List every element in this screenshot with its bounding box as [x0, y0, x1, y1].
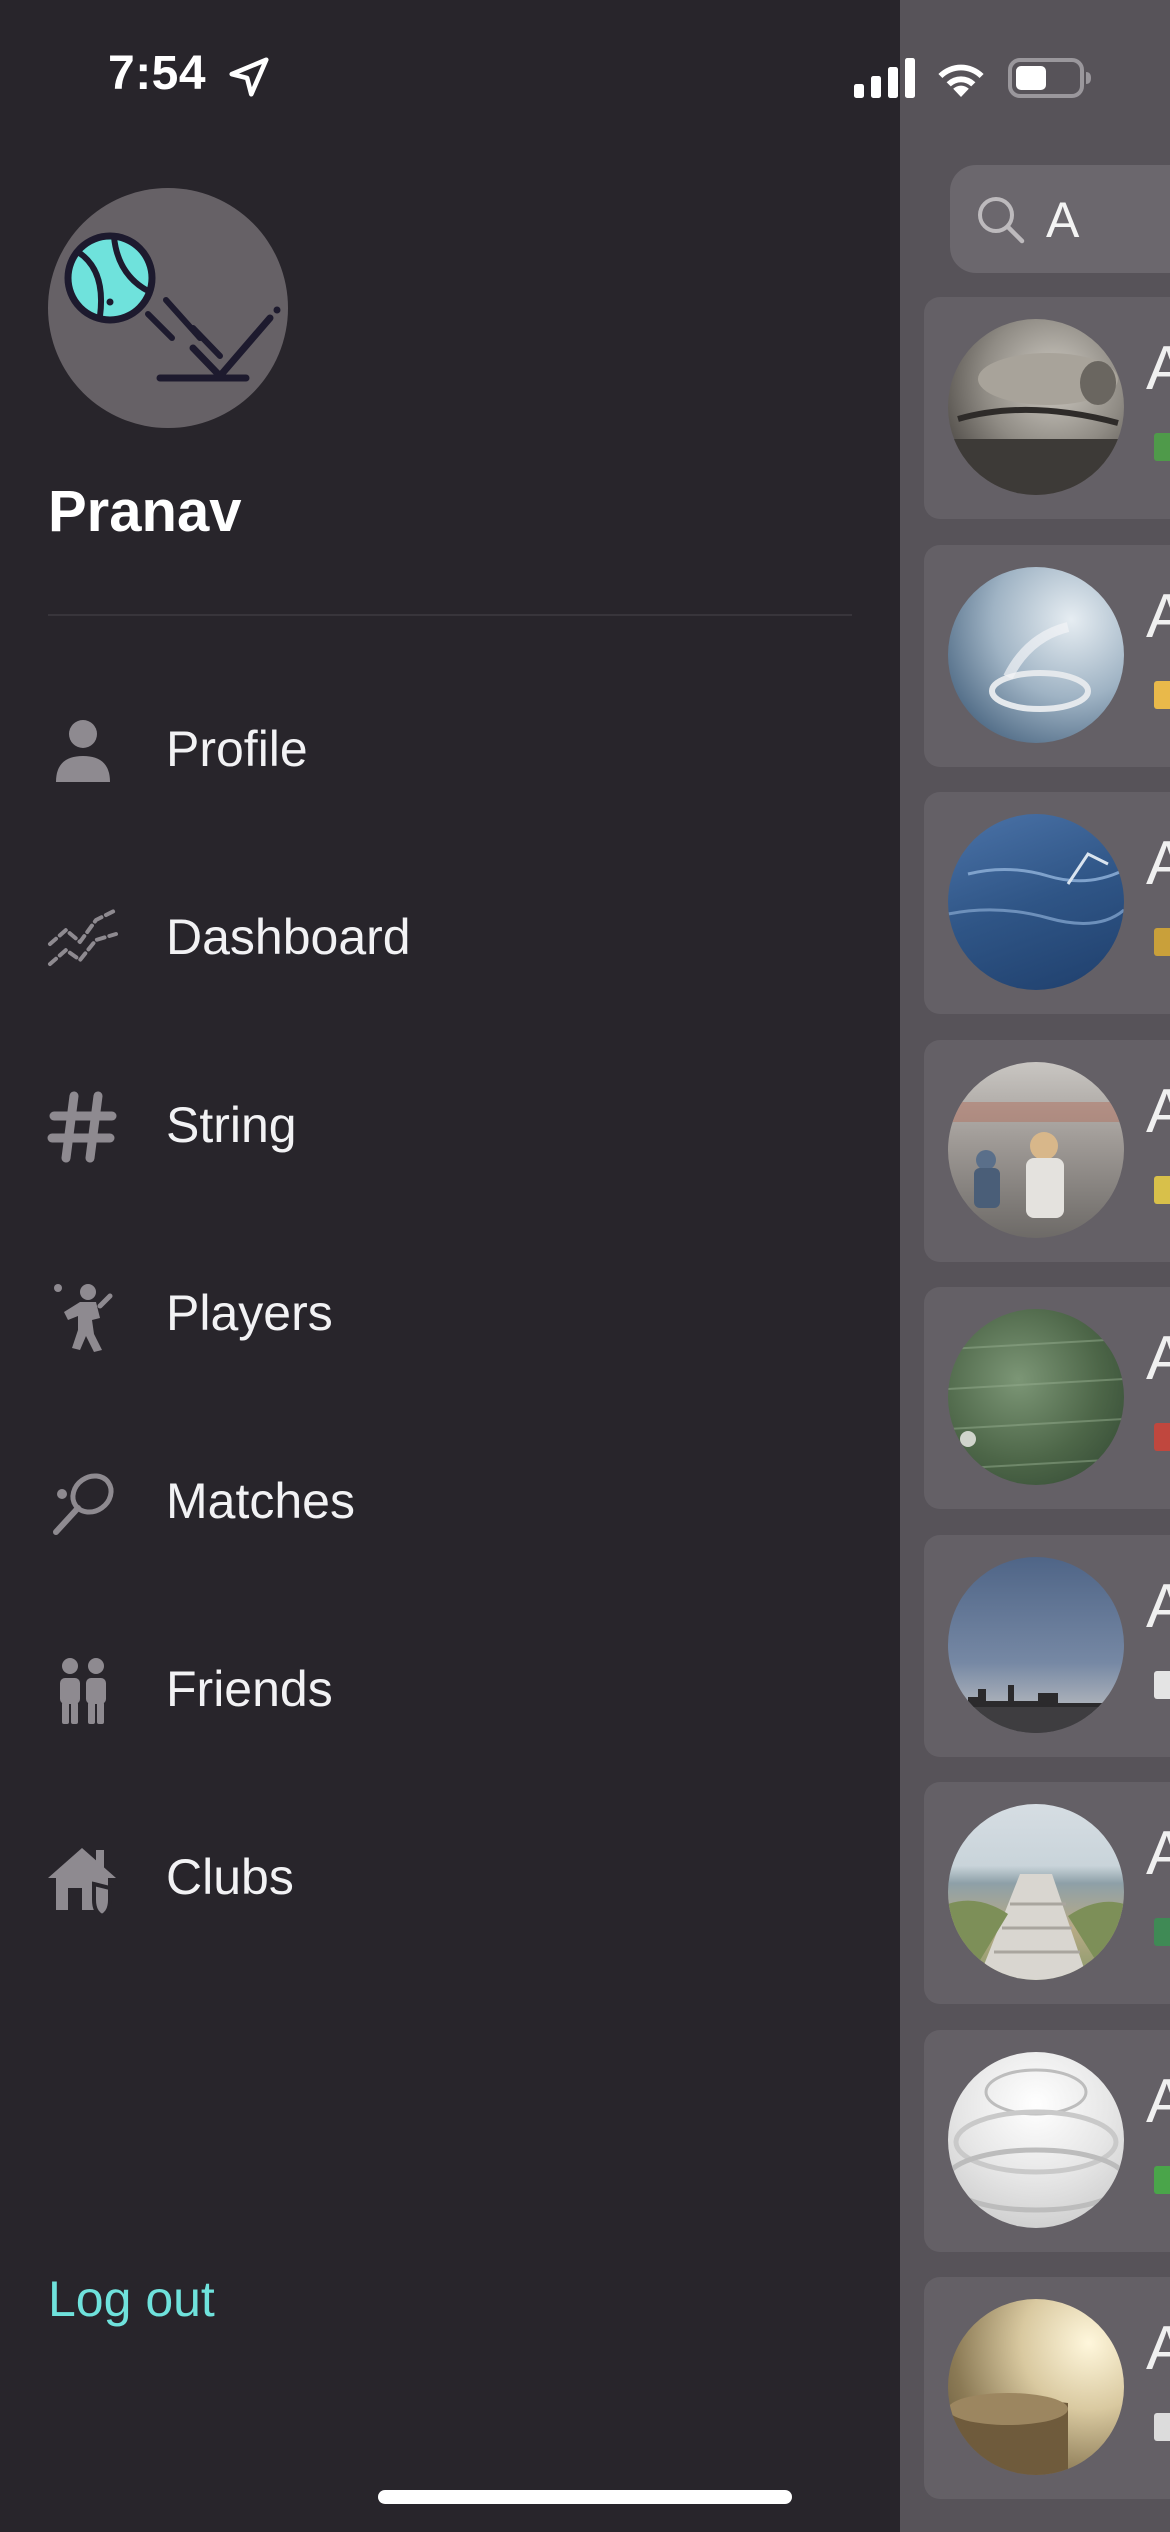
hashtag-icon [47, 1091, 117, 1163]
menu-item-string[interactable]: String [0, 1052, 900, 1192]
car-photo-image [948, 353, 1124, 495]
list-item-title: A [1146, 1819, 1170, 1888]
people-icon [60, 1658, 106, 1724]
skyline-photo-image [948, 1685, 1124, 1733]
search-icon [978, 197, 1025, 244]
list-item-title: A [1146, 582, 1170, 651]
list-item[interactable]: A [924, 1040, 1170, 1262]
side-drawer: Pranav Profile Dashboard String Players … [0, 0, 900, 2532]
avatar [948, 1062, 1124, 1238]
list-item-title: A [1146, 1324, 1170, 1393]
list-item[interactable]: A [924, 792, 1170, 1014]
dome-photo-image [948, 2068, 1124, 2213]
menu-item-profile[interactable]: Profile [0, 676, 900, 816]
menu-item-label: Dashboard [166, 909, 411, 965]
status-bar: 7:54 [0, 0, 1170, 150]
home-indicator[interactable] [378, 2490, 792, 2504]
avatar [948, 567, 1124, 743]
street-photo-image [948, 1102, 1124, 1218]
list-item-title: A [1146, 829, 1170, 898]
menu-item-friends[interactable]: Friends [0, 1616, 900, 1756]
menu-item-label: String [166, 1097, 297, 1153]
search-value: A [1046, 192, 1080, 248]
location-arrow-icon [229, 57, 269, 97]
wifi-icon [938, 64, 984, 97]
flag-icon [1154, 2413, 1170, 2441]
list-item[interactable]: A [924, 1782, 1170, 2004]
list-item[interactable]: A [924, 545, 1170, 767]
avatar [948, 2299, 1124, 2475]
list-item[interactable]: A [924, 2277, 1170, 2499]
tennis-racket-icon [53, 1473, 114, 1535]
tennis-player-icon [54, 1284, 113, 1352]
cellular-signal-icon [854, 58, 915, 98]
user-name: Pranav [48, 479, 242, 544]
menu-item-matches[interactable]: Matches [0, 1428, 900, 1568]
menu-item-clubs[interactable]: Clubs [0, 1804, 900, 1944]
stump-photo-image [948, 2393, 1068, 2475]
menu-item-dashboard[interactable]: Dashboard [0, 864, 900, 1004]
drawer-divider [48, 614, 852, 616]
flag-icon [1154, 681, 1170, 709]
list-item-title: A [1146, 2314, 1170, 2383]
main-content-overlay[interactable]: A A A A A A A A A A [900, 0, 1170, 2532]
list-item[interactable]: A [924, 297, 1170, 519]
list-item[interactable]: A [924, 1287, 1170, 1509]
flag-icon [1154, 1176, 1170, 1204]
list-item[interactable]: A [924, 2030, 1170, 2252]
avatar[interactable] [48, 188, 288, 428]
list-item-title: A [1146, 2067, 1170, 2136]
status-time: 7:54 [108, 47, 207, 100]
chart-lines-icon [48, 908, 118, 966]
flag-icon [1154, 2166, 1170, 2194]
cup-photo-image [989, 622, 1091, 712]
menu-item-label: Clubs [166, 1849, 294, 1905]
menu-item-label: Friends [166, 1661, 333, 1717]
avatar [948, 1309, 1124, 1485]
menu-item-players[interactable]: Players [0, 1240, 900, 1380]
forest-photo-image [948, 1338, 1124, 1470]
avatar [948, 814, 1124, 990]
flag-icon [1154, 1918, 1170, 1946]
avatar [948, 1557, 1124, 1733]
logout-button[interactable]: Log out [48, 2270, 215, 2328]
list-item[interactable]: A [924, 1535, 1170, 1757]
search-input[interactable]: A [950, 165, 1170, 273]
list-item-title: A [1146, 1572, 1170, 1641]
list-item-title: A [1146, 1077, 1170, 1146]
battery-icon [1008, 58, 1091, 98]
boardwalk-photo-image [948, 1874, 1124, 1980]
person-icon [56, 720, 110, 782]
list-item-title: A [1146, 334, 1170, 403]
flag-icon [1154, 928, 1170, 956]
flag-icon [1154, 1423, 1170, 1451]
menu-item-label: Profile [166, 721, 308, 777]
menu-item-label: Matches [166, 1473, 355, 1529]
avatar [948, 2052, 1124, 2228]
avatar [948, 319, 1124, 495]
flag-icon [1154, 433, 1170, 461]
sea-photo-image [948, 852, 1124, 925]
flag-icon [1154, 1671, 1170, 1699]
house-shield-icon [48, 1848, 116, 1918]
tennis-ball-bounce-icon [64, 232, 281, 382]
menu-item-label: Players [166, 1285, 333, 1341]
avatar [948, 1804, 1124, 1980]
